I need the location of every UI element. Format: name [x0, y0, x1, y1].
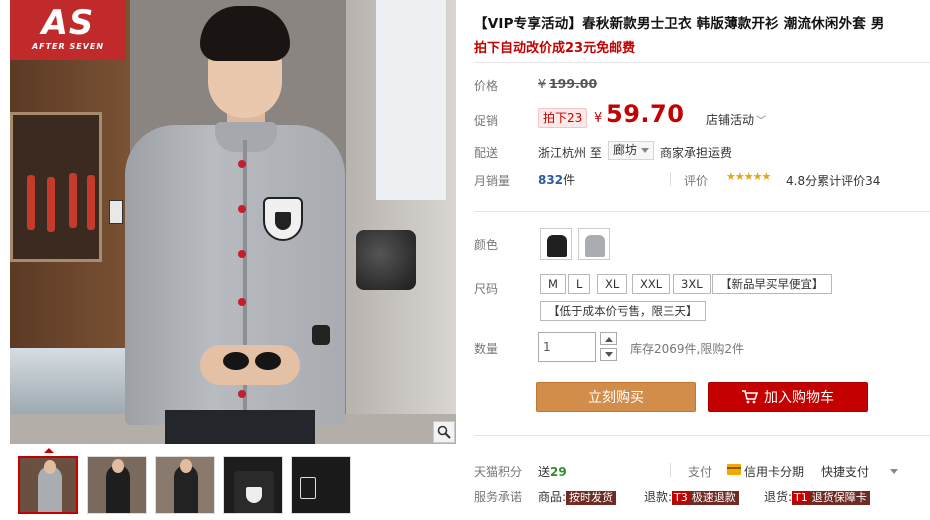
quantity-input[interactable] [538, 332, 596, 362]
service-fast-refund[interactable]: 退款: T3 极速退款 [644, 488, 739, 505]
chevron-down-icon[interactable] [600, 348, 617, 361]
quantity-label: 数量 [474, 342, 499, 356]
color-option-gray[interactable] [578, 228, 610, 260]
product-info-panel: 【VIP专享活动】春秋新款男士卫衣 韩版薄款开衫 潮流休闲外套 男 拍下自动改价… [474, 0, 930, 520]
price-label: 价格 [474, 79, 499, 93]
shopping-cart-icon [742, 390, 759, 404]
shipping-label: 配送 [474, 146, 499, 160]
destination-select[interactable]: 廊坊 [608, 141, 655, 160]
separator [670, 463, 671, 477]
size-option-clearance[interactable]: 【低于成本价亏售，限三天】 [540, 301, 706, 321]
monthly-sales-label: 月销量 [474, 174, 511, 188]
ship-from: 浙江杭州 至 [538, 146, 602, 160]
service-return-card[interactable]: 退货: T1 退货保障卡 [764, 488, 870, 505]
monthly-sales: 832件 [538, 173, 576, 187]
divider [474, 62, 930, 63]
promo-price: 59.70 [606, 100, 685, 128]
sunglasses [223, 352, 283, 372]
payment-label: 支付 [688, 465, 713, 479]
separator [670, 172, 671, 186]
caret-down-icon[interactable] [890, 469, 898, 474]
points-label: 天猫积分 [474, 465, 523, 479]
original-price: ¥199.00 [538, 76, 598, 91]
size-option-xl[interactable]: XL [597, 274, 628, 294]
size-option-new-arrival[interactable]: 【新品早买早便宜】 [712, 274, 832, 294]
thumbnail-3[interactable] [155, 456, 215, 514]
size-option-xxl[interactable]: XXL [632, 274, 671, 294]
stock-info: 库存2069件,限购2件 [630, 342, 744, 356]
size-label: 尺码 [474, 282, 499, 296]
credit-card-icon [727, 464, 741, 475]
credit-installment-link[interactable]: 信用卡分期 [744, 463, 804, 480]
currency-symbol: ¥ [594, 111, 603, 126]
active-thumbnail-indicator [44, 448, 54, 453]
tmall-points: 送29 [538, 465, 567, 479]
thumbnail-5[interactable] [291, 456, 351, 514]
divider [474, 211, 930, 212]
main-product-image[interactable] [10, 0, 456, 444]
model-figure [105, 0, 345, 444]
size-option-3xl[interactable]: 3XL [673, 274, 711, 294]
thumbnail-2[interactable] [87, 456, 147, 514]
rating-label: 评价 [684, 174, 709, 188]
brand-logo: AS AFTER SEVEN [10, 0, 126, 60]
shipping-note: 商家承担运费 [660, 146, 733, 160]
color-label: 颜色 [474, 238, 499, 252]
promo-tag: 拍下23 [538, 108, 588, 128]
color-option-black[interactable] [540, 228, 572, 260]
chevron-down-icon: ﹀ [756, 116, 767, 127]
service-label: 服务承诺 [474, 490, 523, 504]
thumbnail-4[interactable] [223, 456, 283, 514]
product-subtitle: 拍下自动改价成23元免邮费 [474, 41, 636, 56]
quick-pay-link[interactable]: 快捷支付 [821, 463, 869, 480]
thumbnail-strip [18, 448, 358, 516]
chevron-up-icon[interactable] [600, 332, 617, 345]
star-rating-icon: ★★★★★ [726, 170, 771, 183]
rating-link[interactable]: 4.8分累计评价34 [786, 172, 880, 189]
magnifier-icon[interactable] [433, 421, 455, 443]
shop-activity-dropdown[interactable]: 店铺活动 ﹀ [706, 111, 766, 128]
divider [474, 435, 930, 436]
buy-now-button[interactable]: 立刻购买 [536, 382, 696, 412]
add-to-cart-button[interactable]: 加入购物车 [708, 382, 868, 412]
size-option-l[interactable]: L [568, 274, 591, 294]
size-option-m[interactable]: M [540, 274, 566, 294]
thumbnail-1[interactable] [18, 456, 78, 514]
service-ontime-shipping[interactable]: 商品: 按时发货 [538, 488, 617, 505]
caret-down-icon [641, 148, 650, 153]
product-title: 【VIP专享活动】春秋新款男士卫衣 韩版薄款开衫 潮流休闲外套 男 [474, 16, 885, 32]
promo-label: 促销 [474, 114, 499, 128]
